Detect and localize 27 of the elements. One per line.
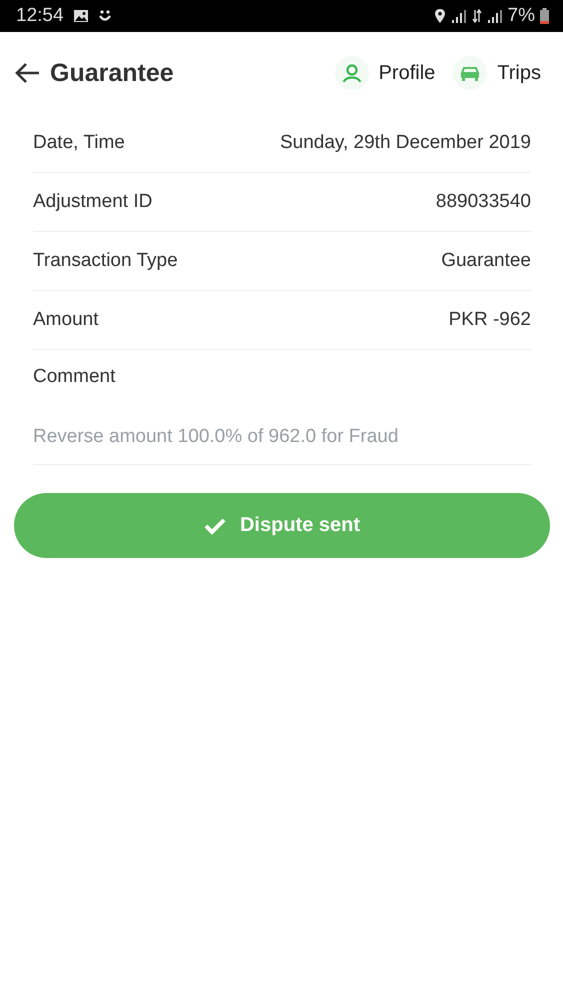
car-icon bbox=[453, 56, 488, 90]
field-value: Sunday, 29th December 2019 bbox=[280, 132, 531, 154]
data-arrows-icon bbox=[472, 9, 482, 23]
profile-button[interactable]: Profile bbox=[334, 56, 436, 90]
back-button[interactable] bbox=[14, 62, 40, 84]
field-label: Comment bbox=[33, 366, 116, 388]
clock: 12:54 bbox=[16, 5, 64, 27]
field-label: Date, Time bbox=[33, 132, 125, 154]
comment-text: Reverse amount 100.0% of 962.0 for Fraud bbox=[33, 426, 400, 448]
checkmark-icon bbox=[204, 516, 226, 534]
signal-icon bbox=[450, 9, 467, 23]
battery-percentage: 7% bbox=[508, 5, 535, 27]
person-icon bbox=[334, 56, 369, 90]
trips-button[interactable]: Trips bbox=[453, 56, 541, 90]
field-value: 889033540 bbox=[436, 191, 531, 213]
location-icon bbox=[434, 8, 446, 24]
field-label: Transaction Type bbox=[33, 250, 178, 272]
signal-icon bbox=[486, 9, 503, 23]
field-label: Adjustment ID bbox=[33, 191, 152, 213]
notification-icon bbox=[98, 9, 112, 23]
field-label: Amount bbox=[33, 309, 98, 331]
back-arrow-icon bbox=[14, 62, 40, 84]
battery-icon bbox=[540, 8, 549, 24]
field-value: Guarantee bbox=[441, 250, 531, 272]
page-title: Guarantee bbox=[50, 58, 174, 88]
field-value: PKR -962 bbox=[448, 309, 531, 331]
image-icon bbox=[72, 9, 89, 23]
